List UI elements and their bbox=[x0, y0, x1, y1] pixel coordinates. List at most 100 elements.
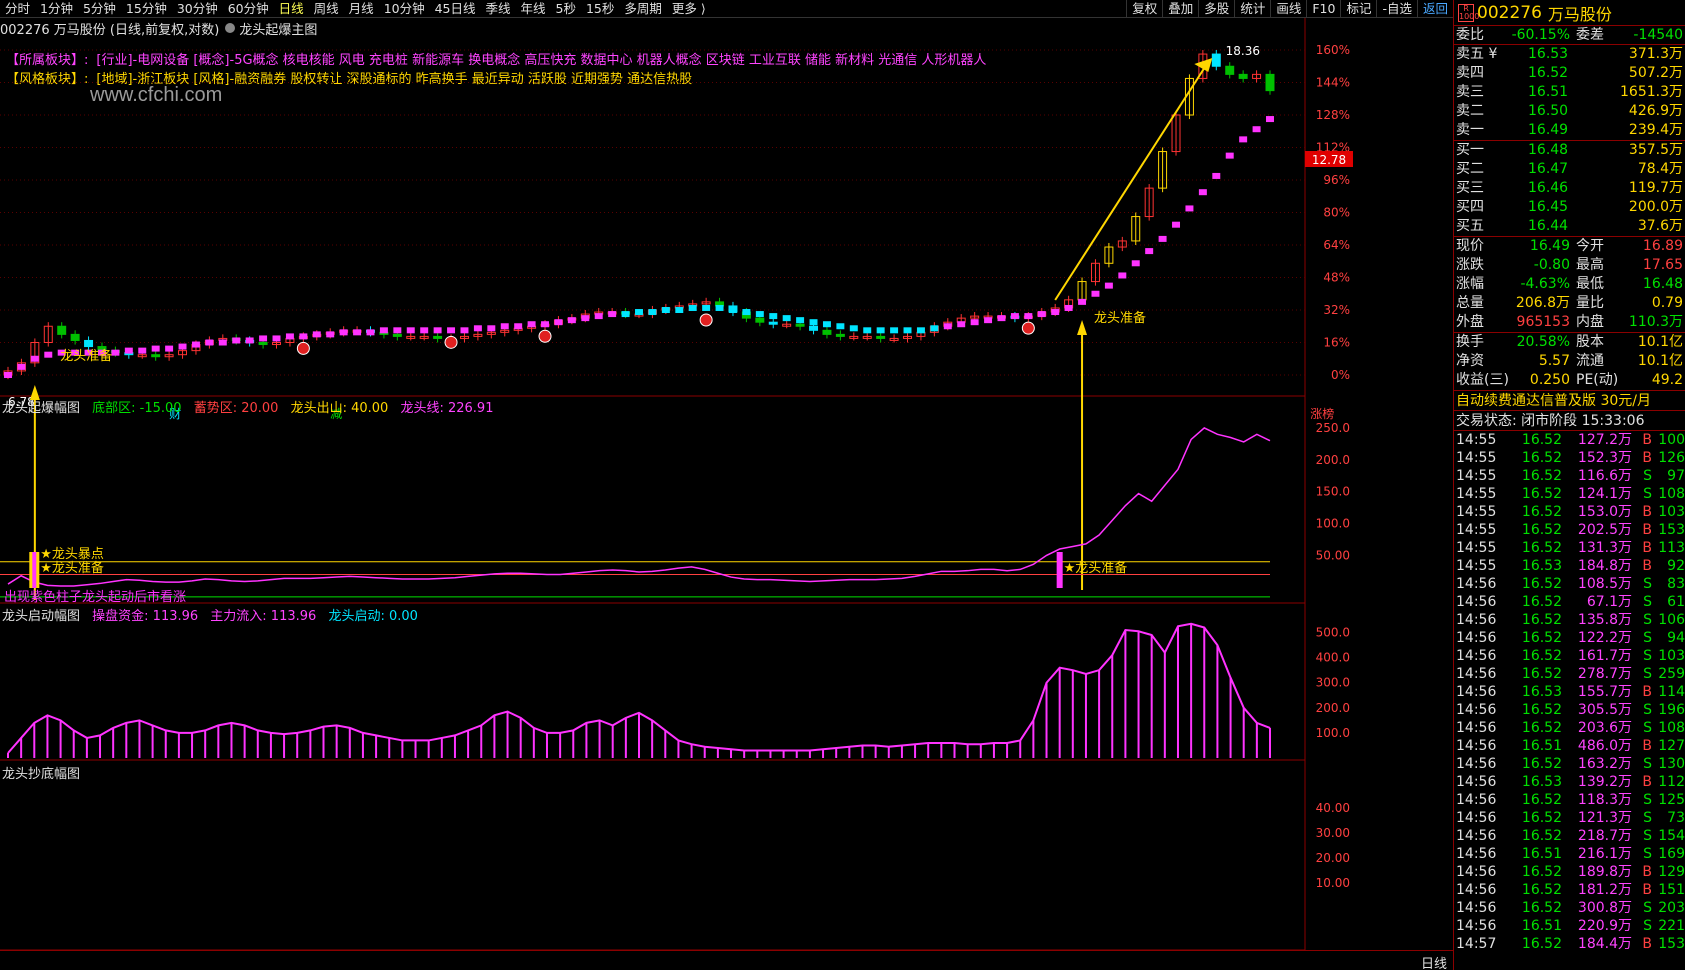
support-line-dash bbox=[782, 315, 791, 322]
tick-time: 14:56 bbox=[1456, 846, 1497, 862]
signal-circle-icon[interactable] bbox=[699, 313, 713, 327]
tick-count: 154 bbox=[1658, 828, 1685, 844]
ask-volume: 1651.3万 bbox=[1620, 84, 1683, 100]
stat2-label-2: PE(动) bbox=[1576, 372, 1619, 388]
tick-volume: 184.4万 bbox=[1577, 936, 1632, 952]
tick-count: 103 bbox=[1658, 648, 1685, 664]
tick-side: S bbox=[1643, 666, 1652, 682]
tick-volume: 118.3万 bbox=[1577, 792, 1632, 808]
tick-price: 16.52 bbox=[1521, 702, 1562, 718]
bid-row-3[interactable]: 买四 16.45 200.0万 bbox=[1454, 198, 1685, 217]
tick-row: 14:56 16.52 161.7万 S 103 bbox=[1454, 647, 1685, 665]
bid-row-1[interactable]: 买二 16.47 78.4万 bbox=[1454, 160, 1685, 179]
bid-row-2[interactable]: 买三 16.46 119.7万 bbox=[1454, 179, 1685, 198]
weicha-label: 委差 bbox=[1576, 27, 1604, 43]
ask-row-0[interactable]: 卖五 ¥ 16.53 371.3万 bbox=[1454, 45, 1685, 64]
support-line-dash bbox=[1158, 235, 1167, 242]
stat2-value: 20.58% bbox=[1516, 334, 1570, 350]
stat-label: 总量 bbox=[1456, 295, 1484, 311]
stat2-value: 5.57 bbox=[1538, 353, 1570, 369]
bid-label: 买一 bbox=[1456, 142, 1484, 158]
tick-price: 16.52 bbox=[1521, 882, 1562, 898]
ind1-note: 出现紫色柱子龙头起动后市看涨 bbox=[4, 589, 186, 605]
promo-banner[interactable]: 自动续费通达信普及版 30元/月 bbox=[1454, 391, 1685, 411]
signal-circle-icon[interactable] bbox=[296, 341, 310, 355]
k-line-chart[interactable]: 160%144%128%112%96%80%64%48%32%16%0%12.7… bbox=[0, 0, 1453, 970]
ask-row-4[interactable]: 卖一 16.49 239.4万 bbox=[1454, 121, 1685, 140]
support-line-dash bbox=[970, 319, 979, 326]
stat-value: 206.8万 bbox=[1515, 295, 1570, 311]
support-line-dash bbox=[30, 355, 39, 362]
ask-volume: 239.4万 bbox=[1628, 122, 1683, 138]
candle-body bbox=[433, 335, 443, 339]
tick-time: 14:56 bbox=[1456, 630, 1497, 646]
tick-count: 126 bbox=[1658, 450, 1685, 466]
support-line-dash bbox=[1010, 313, 1019, 320]
signal-circle-icon[interactable] bbox=[444, 335, 458, 349]
tick-row: 14:56 16.52 181.2万 B 151 bbox=[1454, 881, 1685, 899]
tick-price: 16.52 bbox=[1521, 432, 1562, 448]
period-label[interactable]: 日线 bbox=[1421, 953, 1447, 970]
ask-price: 16.49 bbox=[1528, 122, 1569, 138]
support-line-dash bbox=[1266, 116, 1274, 123]
support-line-dash bbox=[567, 317, 576, 324]
tick-volume: 139.2万 bbox=[1577, 774, 1632, 790]
tick-volume: 124.1万 bbox=[1577, 486, 1632, 502]
bid-row-0[interactable]: 买一 16.48 357.5万 bbox=[1454, 141, 1685, 160]
support-line-dash bbox=[312, 331, 321, 338]
ask-row-1[interactable]: 卖四 16.52 507.2万 bbox=[1454, 64, 1685, 83]
tick-list[interactable]: 14:55 16.52 127.2万 B 100 14:55 16.52 152.3万 B 126… bbox=[1454, 431, 1685, 953]
bid-volume: 357.5万 bbox=[1628, 142, 1683, 158]
tick-row: 14:56 16.52 108.5万 S 83 bbox=[1454, 575, 1685, 593]
signal-circle-icon[interactable] bbox=[1021, 321, 1035, 335]
tick-volume: 189.8万 bbox=[1577, 864, 1632, 880]
tick-side: S bbox=[1643, 756, 1652, 772]
tick-price: 16.52 bbox=[1521, 792, 1562, 808]
support-line-dash bbox=[688, 304, 697, 311]
tick-count: 153 bbox=[1658, 522, 1685, 538]
support-line-dash bbox=[728, 307, 737, 313]
support-line-dash bbox=[406, 327, 415, 334]
bid-volume: 78.4万 bbox=[1637, 161, 1683, 177]
support-line-dash bbox=[353, 329, 362, 336]
support-line-dash bbox=[863, 327, 872, 334]
trade-status: 交易状态: 闭市阶段 15:33:06 bbox=[1454, 411, 1685, 431]
stat-value: -0.80 bbox=[1533, 257, 1570, 273]
annotation-dragon-ready-2: 龙头准备 bbox=[1094, 310, 1146, 326]
tick-count: 259 bbox=[1658, 666, 1685, 682]
candle-body bbox=[795, 323, 805, 327]
bid-price: 16.44 bbox=[1528, 218, 1569, 234]
tick-count: 83 bbox=[1667, 576, 1685, 592]
ask-row-3[interactable]: 卖二 16.50 426.9万 bbox=[1454, 102, 1685, 121]
main-y-tick: 64% bbox=[1323, 238, 1350, 252]
tick-side: B bbox=[1642, 864, 1652, 880]
ind1-item-3: 龙头线: 226.91 bbox=[400, 401, 494, 416]
tick-volume: 163.2万 bbox=[1577, 756, 1632, 772]
tick-time: 14:56 bbox=[1456, 738, 1497, 754]
candle-body bbox=[876, 335, 886, 339]
stat-value-2: 110.3万 bbox=[1628, 314, 1683, 330]
arrow-diagonal bbox=[1054, 64, 1208, 301]
support-line-dash bbox=[433, 327, 442, 334]
support-line-dash bbox=[1239, 136, 1248, 143]
tick-side: B bbox=[1642, 558, 1652, 574]
support-line-dash bbox=[124, 347, 133, 354]
candle-body bbox=[392, 333, 402, 337]
tick-price: 16.52 bbox=[1521, 756, 1562, 772]
support-line-dash bbox=[191, 341, 200, 348]
bid-row-4[interactable]: 买五 16.44 37.6万 bbox=[1454, 217, 1685, 236]
ask-row-2[interactable]: 卖三 16.51 1651.3万 bbox=[1454, 83, 1685, 102]
tick-time: 14:56 bbox=[1456, 810, 1497, 826]
tick-row: 14:56 16.52 67.1万 S 61 bbox=[1454, 593, 1685, 611]
tick-side: S bbox=[1643, 702, 1652, 718]
support-line-dash bbox=[232, 337, 241, 344]
tick-time: 14:55 bbox=[1456, 486, 1497, 502]
tick-volume: 218.7万 bbox=[1577, 828, 1632, 844]
tick-row: 14:56 16.52 305.5万 S 196 bbox=[1454, 701, 1685, 719]
tick-count: 108 bbox=[1658, 720, 1685, 736]
ask-price: 16.53 bbox=[1528, 46, 1569, 62]
support-line-dash bbox=[661, 307, 670, 313]
signal-circle-icon[interactable] bbox=[538, 329, 552, 343]
support-line-dash bbox=[876, 327, 885, 334]
tick-time: 14:55 bbox=[1456, 540, 1497, 556]
